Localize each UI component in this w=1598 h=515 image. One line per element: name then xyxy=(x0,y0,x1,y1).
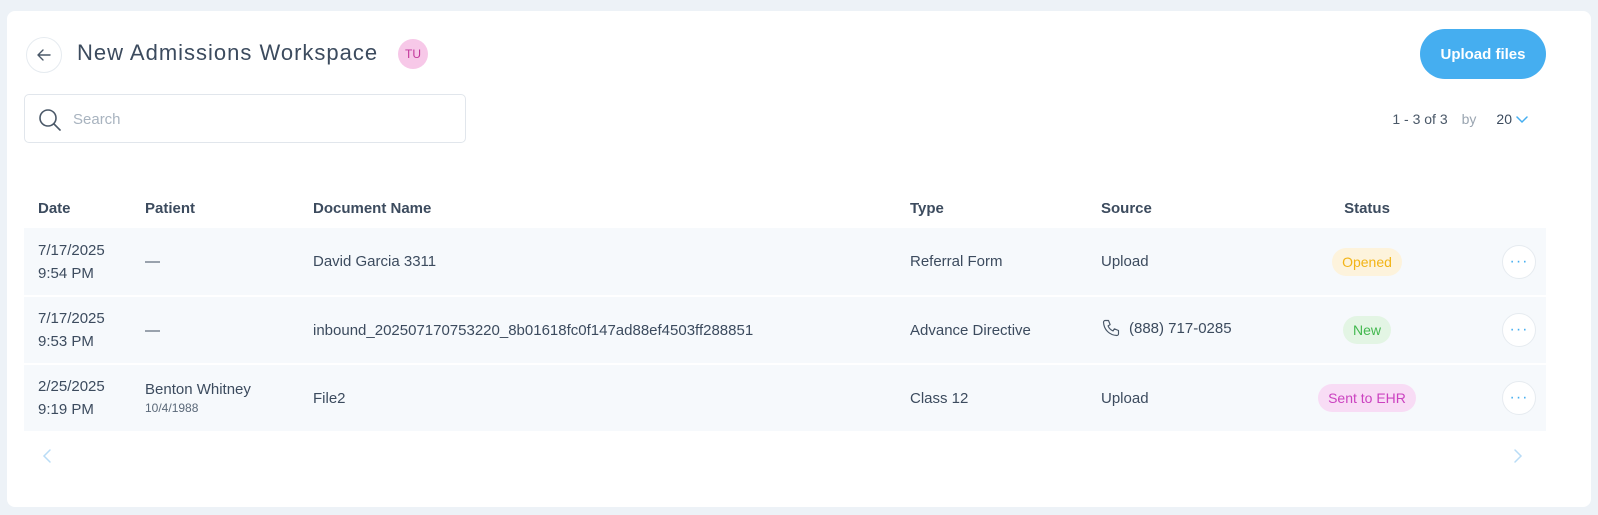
workspace-card: New Admissions Workspace TU Upload files… xyxy=(7,11,1591,507)
row-patient: — xyxy=(145,253,160,270)
cell-patient: — xyxy=(145,228,313,296)
back-button[interactable] xyxy=(26,37,62,73)
row-source: Upload xyxy=(1101,389,1149,407)
cell-status: New xyxy=(1271,296,1463,364)
chevron-right-icon xyxy=(1514,449,1523,463)
status-badge: Opened xyxy=(1332,247,1402,276)
column-header-type[interactable]: Type xyxy=(910,189,1101,228)
row-source: Upload xyxy=(1101,253,1149,270)
more-actions-button[interactable]: ··· xyxy=(1502,381,1536,415)
cell-actions: ··· xyxy=(1463,296,1546,364)
row-date: 7/17/2025 xyxy=(38,310,105,327)
previous-page-button[interactable] xyxy=(41,448,53,469)
table-row[interactable]: 7/17/2025 9:53 PM — inbound_202507170753… xyxy=(24,296,1546,364)
cell-patient: Benton Whitney 10/4/1988 xyxy=(145,364,313,432)
cell-patient: — xyxy=(145,296,313,364)
row-document-name: David Garcia 3311 xyxy=(313,253,437,270)
pagination-info: 1 - 3 of 3 by 20 xyxy=(1392,111,1528,127)
cell-source: (888) 717-0285 xyxy=(1101,296,1271,364)
cell-actions: ··· xyxy=(1463,228,1546,296)
status-badge: Sent to EHR xyxy=(1318,384,1416,412)
cell-actions: ··· xyxy=(1463,364,1546,432)
pagination-by-label: by xyxy=(1461,111,1477,127)
phone-icon xyxy=(1102,319,1120,337)
chevron-down-icon xyxy=(1516,116,1528,124)
arrow-left-icon xyxy=(37,49,51,61)
row-type: Advance Directive xyxy=(910,321,1031,339)
column-header-actions xyxy=(1463,189,1546,228)
row-time: 9:19 PM xyxy=(38,401,94,418)
search-icon xyxy=(39,109,61,131)
row-patient: — xyxy=(145,321,160,339)
documents-table: Date Patient Document Name Type Source S… xyxy=(24,189,1546,433)
row-source: (888) 717-0285 xyxy=(1129,319,1232,337)
status-badge: New xyxy=(1342,316,1391,344)
more-actions-button[interactable]: ··· xyxy=(1502,313,1536,347)
row-patient-dob: 10/4/1988 xyxy=(145,401,199,415)
column-header-patient[interactable]: Patient xyxy=(145,189,313,228)
row-date: 2/25/2025 xyxy=(38,378,105,395)
row-time: 9:54 PM xyxy=(38,264,94,282)
row-patient: Benton Whitney xyxy=(145,381,251,398)
cell-status: Opened xyxy=(1271,228,1463,296)
row-date: 7/17/2025 xyxy=(38,241,105,259)
table-row[interactable]: 2/25/2025 9:19 PM Benton Whitney 10/4/19… xyxy=(24,364,1546,432)
row-document-name: File2 xyxy=(313,389,346,407)
page-title: New Admissions Workspace xyxy=(77,40,379,65)
page-size-value: 20 xyxy=(1496,111,1512,127)
cell-date: 7/17/2025 9:54 PM xyxy=(24,228,145,296)
source-phone: (888) 717-0285 xyxy=(1101,318,1232,338)
search-input[interactable] xyxy=(73,107,453,131)
column-header-status[interactable]: Status xyxy=(1271,189,1463,228)
cell-status: Sent to EHR xyxy=(1271,364,1463,432)
avatar[interactable]: TU xyxy=(398,39,428,69)
pagination-range: 1 - 3 of 3 xyxy=(1392,111,1448,127)
cell-date: 2/25/2025 9:19 PM xyxy=(24,364,145,432)
chevron-left-icon xyxy=(42,449,51,463)
table-header-row: Date Patient Document Name Type Source S… xyxy=(24,189,1546,228)
next-page-button[interactable] xyxy=(1512,448,1524,469)
row-type: Referral Form xyxy=(910,253,1003,270)
table-row[interactable]: 7/17/2025 9:54 PM — David Garcia 3311 Re… xyxy=(24,228,1546,296)
row-document-name: inbound_202507170753220_8b01618fc0f147ad… xyxy=(313,321,754,339)
cell-date: 7/17/2025 9:53 PM xyxy=(24,296,145,364)
column-header-source[interactable]: Source xyxy=(1101,189,1271,228)
column-header-document-name[interactable]: Document Name xyxy=(313,189,910,228)
row-type: Class 12 xyxy=(910,389,969,407)
more-actions-button[interactable]: ··· xyxy=(1502,244,1536,279)
column-header-date[interactable]: Date xyxy=(24,189,145,228)
search-box xyxy=(24,94,466,143)
row-time: 9:53 PM xyxy=(38,333,94,350)
page-size-select[interactable]: 20 xyxy=(1496,111,1528,127)
upload-files-button[interactable]: Upload files xyxy=(1420,29,1546,79)
